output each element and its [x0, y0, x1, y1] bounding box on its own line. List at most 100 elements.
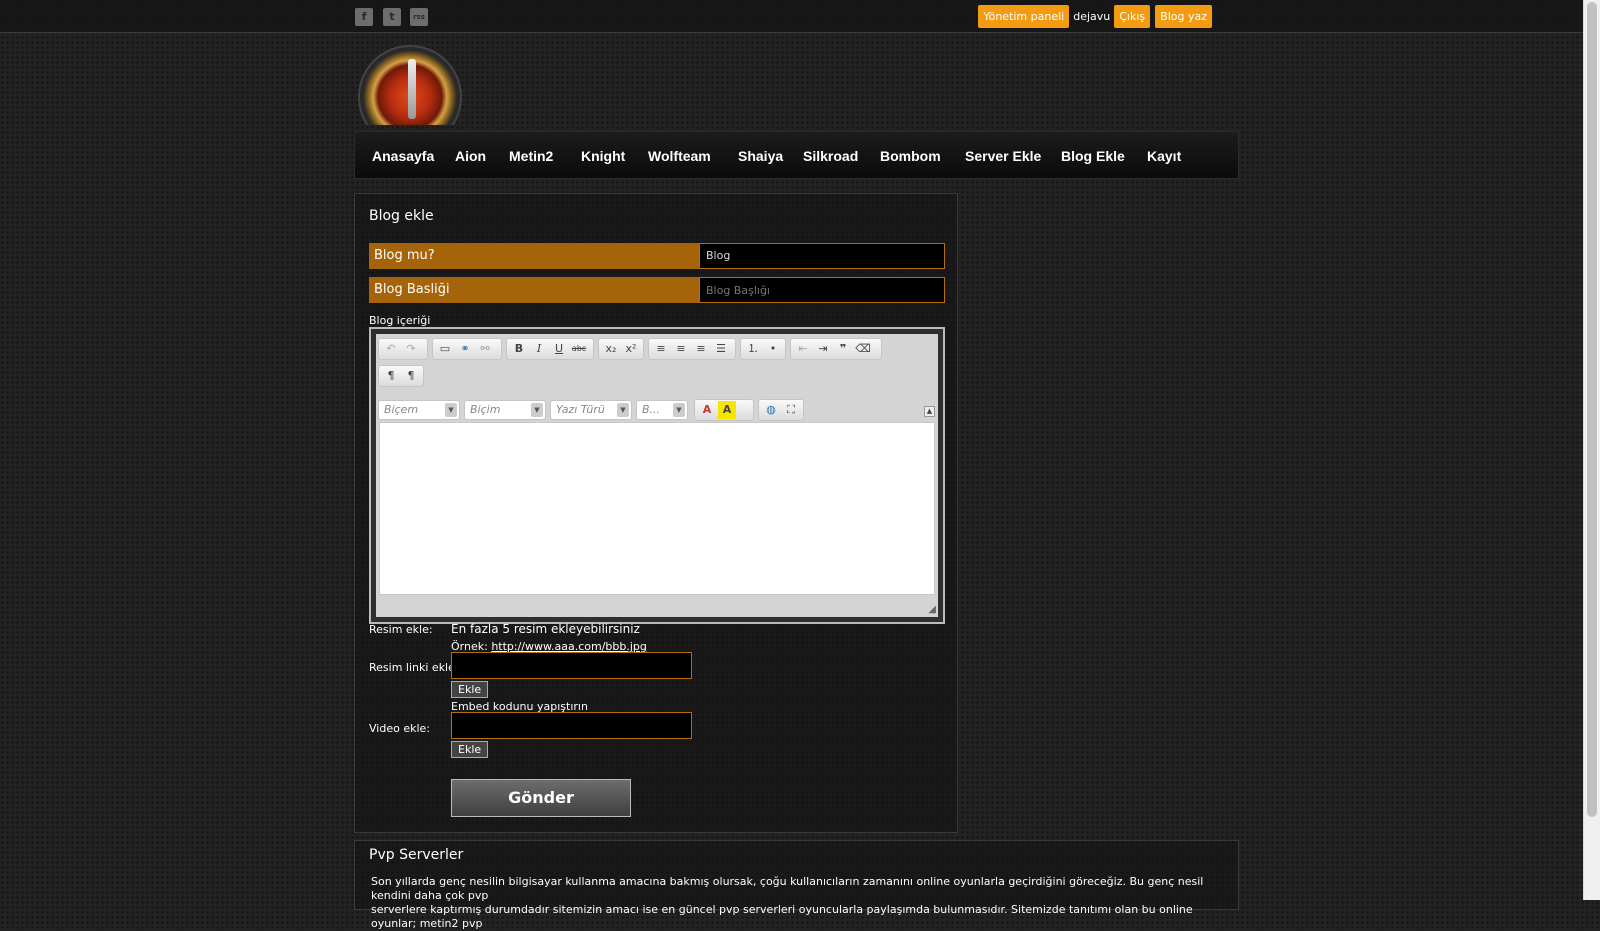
source-icon[interactable]: ◍ [762, 401, 780, 419]
blog-title-label: Blog Basliği [369, 277, 699, 303]
video-embed-input[interactable] [451, 712, 692, 739]
rtl-icon[interactable]: ¶ [402, 367, 420, 385]
add-image-button[interactable]: Ekle [451, 681, 489, 698]
blog-form-panel: Blog ekle Blog mu? Blog Blog Basliği Blo… [354, 193, 958, 833]
chevron-down-icon: ▼ [617, 403, 629, 417]
blockquote-icon[interactable]: ❞ [834, 340, 852, 358]
style-combo-label: Biçem [384, 403, 419, 416]
toolbar-group-align: ≡ ≡ ≡ ☰ [648, 338, 736, 360]
image-link-input[interactable] [451, 652, 692, 679]
nav-item-anasayfa[interactable]: Anasayfa [372, 148, 434, 164]
nav-item-knight[interactable]: Knight [581, 148, 625, 164]
size-combo-label: B... [642, 403, 661, 416]
unlink-icon[interactable]: ⚯ [476, 340, 494, 358]
numbered-list-icon[interactable]: ⒈ [744, 340, 762, 358]
style-combo[interactable]: Biçem ▼ [378, 400, 460, 420]
nav-item-blog-ekle[interactable]: Blog Ekle [1061, 148, 1125, 164]
toolbar-group-colors: A A [694, 399, 754, 421]
logout-button[interactable]: Çıkış [1114, 5, 1151, 28]
main-nav: Anasayfa Aion Metin2 Knight Wolfteam Sha… [354, 131, 1239, 179]
nav-item-silkroad[interactable]: Silkroad [803, 148, 858, 164]
text-color-icon[interactable]: A [698, 401, 716, 419]
link-icon[interactable]: ⚭ [456, 340, 474, 358]
strikethrough-icon[interactable]: abc [570, 340, 588, 358]
toolbar-group-text-style: B I U abc [506, 338, 594, 360]
blog-title-row: Blog Basliği [369, 277, 945, 303]
pvp-description: Son yıllarda genç nesilin bilgisayar kul… [371, 875, 1227, 931]
panel-title: Blog ekle [369, 208, 434, 224]
bulleted-list-icon[interactable]: • [764, 340, 782, 358]
undo-icon[interactable]: ↶ [382, 340, 400, 358]
toolbar-group-indent: ⇤ ⇥ ❞ ⌫ [790, 338, 882, 360]
scrollbar-thumb[interactable] [1587, 2, 1597, 817]
underline-icon[interactable]: U [550, 340, 568, 358]
italic-icon[interactable]: I [530, 340, 548, 358]
chevron-down-icon: ▼ [673, 403, 685, 417]
align-justify-icon[interactable]: ☰ [712, 340, 730, 358]
maximize-icon[interactable]: ⛶ [782, 401, 800, 419]
format-combo-label: Biçim [470, 403, 501, 416]
nav-item-aion[interactable]: Aion [455, 148, 486, 164]
collapse-toolbar-icon[interactable]: ▲ [924, 406, 935, 417]
ltr-icon[interactable]: ¶ [382, 367, 400, 385]
superscript-icon[interactable]: x² [622, 340, 640, 358]
resize-handle-icon[interactable]: ◢ [928, 604, 936, 615]
indent-icon[interactable]: ⇥ [814, 340, 832, 358]
blog-type-label: Blog mu? [369, 243, 699, 269]
size-combo[interactable]: B... ▼ [636, 400, 688, 420]
toolbar-group-tools: ◍ ⛶ [758, 399, 804, 421]
add-video-button[interactable]: Ekle [451, 741, 489, 758]
remove-format-icon[interactable]: ⌫ [854, 340, 872, 358]
nav-item-shaiya[interactable]: Shaiya [738, 148, 783, 164]
paste-icon[interactable]: ▭ [436, 340, 454, 358]
blog-type-row: Blog mu? Blog [369, 243, 945, 269]
toolbar-group-lists: ⒈ • [740, 338, 786, 360]
twitter-icon[interactable]: t [383, 8, 401, 26]
nav-item-metin2[interactable]: Metin2 [509, 148, 553, 164]
site-logo[interactable] [358, 45, 462, 125]
image-limit-note: En fazla 5 resim ekleyebilirsiniz [451, 622, 640, 636]
write-blog-button[interactable]: Blog yaz [1155, 5, 1212, 28]
font-combo[interactable]: Yazı Türü ▼ [550, 400, 632, 420]
bold-icon[interactable]: B [510, 340, 528, 358]
rich-text-editor: ↶ ↷ ▭ ⚭ ⚯ B I U abc x₂ x² ≡ ≡ ≡ ☰ ⒈ • ⇤ … [369, 327, 945, 624]
username-label: dejavu [1073, 10, 1111, 23]
nav-item-server-ekle[interactable]: Server Ekle [965, 148, 1041, 164]
pvp-text-line: Son yıllarda genç nesilin bilgisayar kul… [371, 875, 1204, 902]
nav-item-kayit[interactable]: Kayıt [1147, 148, 1181, 164]
outdent-icon[interactable]: ⇤ [794, 340, 812, 358]
blog-type-select[interactable]: Blog [699, 243, 945, 269]
chevron-down-icon: ▼ [531, 403, 543, 417]
top-bar: f t rss Yönetim paneli dejavu Çıkış Blog… [0, 0, 1584, 33]
pvp-title: Pvp Serverler [369, 847, 464, 863]
video-add-label: Video ekle: [369, 722, 430, 735]
blog-title-input[interactable] [699, 277, 945, 303]
admin-panel-button[interactable]: Yönetim paneli [978, 5, 1070, 28]
rss-icon[interactable]: rss [410, 8, 428, 26]
page-scrollbar[interactable] [1583, 0, 1600, 900]
redo-icon[interactable]: ↷ [402, 340, 420, 358]
bg-color-icon[interactable]: A [718, 401, 736, 419]
nav-item-bombom[interactable]: Bombom [880, 148, 941, 164]
pvp-text-line: serverlere kaptırmış durumdadır sitemizi… [371, 903, 1193, 930]
facebook-icon[interactable]: f [355, 8, 373, 26]
editor-content-area[interactable] [379, 422, 935, 595]
submit-button[interactable]: Gönder [451, 779, 631, 817]
image-add-label: Resim ekle: [369, 623, 433, 636]
editor-chrome: ↶ ↷ ▭ ⚭ ⚯ B I U abc x₂ x² ≡ ≡ ≡ ☰ ⒈ • ⇤ … [376, 334, 938, 617]
align-right-icon[interactable]: ≡ [692, 340, 710, 358]
blog-content-label: Blog içeriği [369, 314, 431, 327]
user-bar: Yönetim paneli dejavu Çıkış Blog yaz [978, 5, 1212, 28]
subscript-icon[interactable]: x₂ [602, 340, 620, 358]
toolbar-group-script: x₂ x² [598, 338, 644, 360]
align-left-icon[interactable]: ≡ [652, 340, 670, 358]
format-combo[interactable]: Biçim ▼ [464, 400, 546, 420]
toolbar-group-direction: ¶ ¶ [378, 365, 424, 387]
image-link-label: Resim linki ekle: [369, 661, 459, 674]
toolbar-group-links: ▭ ⚭ ⚯ [432, 338, 502, 360]
font-combo-label: Yazı Türü [556, 403, 605, 416]
nav-item-wolfteam[interactable]: Wolfteam [648, 148, 711, 164]
align-center-icon[interactable]: ≡ [672, 340, 690, 358]
toolbar-group-history: ↶ ↷ [378, 338, 428, 360]
logo-emblem-icon [358, 45, 462, 125]
